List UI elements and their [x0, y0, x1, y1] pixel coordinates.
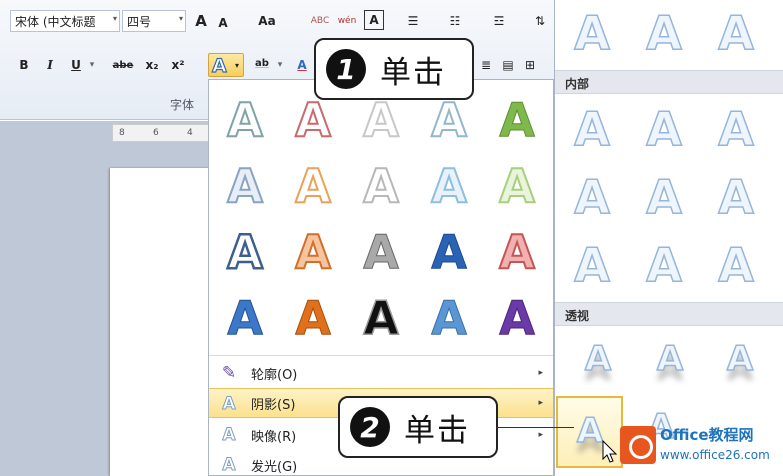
ruler-tick: 8: [119, 128, 125, 138]
ruler-tick: 4: [187, 128, 193, 138]
subscript-button[interactable]: x₂: [142, 54, 162, 76]
gallery-style[interactable]: A: [285, 222, 341, 282]
shadow-style[interactable]: A: [641, 328, 699, 390]
gallery-style[interactable]: A: [353, 222, 409, 282]
sort-icon[interactable]: ⇅: [530, 10, 550, 32]
chevron-down-icon[interactable]: ▾: [179, 14, 183, 23]
bullets-icon[interactable]: ☰: [398, 10, 428, 32]
shadow-style[interactable]: A: [707, 234, 765, 296]
shadow-style[interactable]: A: [635, 2, 693, 64]
menu-item-label: 发光(G): [251, 459, 298, 475]
cursor-icon: [602, 440, 618, 463]
chevron-down-icon[interactable]: ▾: [86, 54, 98, 76]
font-size-value: 四号: [127, 14, 152, 29]
chevron-down-icon[interactable]: ▾: [235, 61, 239, 70]
strikethrough-button[interactable]: abe: [110, 54, 136, 76]
phonetic-guide-button[interactable]: wén: [336, 10, 358, 32]
shadow-a-icon: A: [222, 394, 236, 415]
menu-item-label: 阴影(S): [251, 397, 296, 413]
menu-item-outline[interactable]: ✎ 轮廓(O) ▸: [209, 358, 553, 388]
callout-text: 单击: [404, 412, 470, 449]
shadow-style[interactable]: A: [563, 2, 621, 64]
gallery-style[interactable]: A: [217, 222, 273, 282]
gallery-style[interactable]: A: [489, 156, 545, 216]
shadow-style[interactable]: A: [635, 166, 693, 228]
document-page[interactable]: [110, 168, 210, 476]
clear-format-button[interactable]: ABC: [308, 10, 332, 32]
gallery-style[interactable]: A: [421, 288, 477, 348]
gallery-style[interactable]: A: [353, 288, 409, 348]
menu-divider: [209, 355, 553, 356]
glow-a-icon: A: [222, 455, 236, 476]
office-logo: [620, 426, 656, 464]
reflection-a-icon: A: [222, 425, 236, 446]
shadow-style[interactable]: A: [563, 98, 621, 160]
highlight-color-button[interactable]: ab: [250, 52, 274, 74]
font-color-button[interactable]: A: [292, 54, 312, 76]
shadow-style[interactable]: A: [707, 98, 765, 160]
shadow-style[interactable]: A: [569, 328, 627, 390]
chevron-down-icon[interactable]: ▾: [274, 54, 286, 76]
gallery-style[interactable]: A: [489, 288, 545, 348]
ruler: 8 6 4: [112, 124, 212, 142]
gallery-style[interactable]: A: [217, 90, 273, 150]
shadow-style[interactable]: A: [563, 166, 621, 228]
text-effect-button[interactable]: A ▾: [208, 53, 244, 78]
step-number: 2: [350, 407, 390, 447]
pencil-icon: ✎: [221, 363, 237, 383]
gallery-style[interactable]: A: [217, 156, 273, 216]
shadow-style[interactable]: A: [635, 98, 693, 160]
character-border-button[interactable]: A: [364, 10, 384, 30]
gallery-style[interactable]: A: [217, 288, 273, 348]
gallery-style[interactable]: A: [489, 222, 545, 282]
callout-step-2: 2 单击: [338, 396, 498, 458]
distributed-icon[interactable]: ▤: [498, 54, 518, 76]
menu-item-label: 轮廓(O): [251, 367, 298, 383]
bold-button[interactable]: B: [14, 54, 34, 76]
gallery-style[interactable]: A: [489, 90, 545, 150]
gallery-style[interactable]: A: [285, 156, 341, 216]
shadow-style[interactable]: A: [635, 234, 693, 296]
numbering-icon[interactable]: ☷: [440, 10, 470, 32]
font-group-label: 字体: [170, 98, 195, 112]
callout-text: 单击: [380, 54, 446, 91]
gallery-style[interactable]: A: [285, 288, 341, 348]
step-number: 1: [326, 49, 366, 89]
gallery-style[interactable]: A: [353, 156, 409, 216]
shadow-style[interactable]: A: [563, 234, 621, 296]
change-case-button[interactable]: Aa: [254, 10, 280, 32]
italic-button[interactable]: I: [40, 54, 60, 76]
line-spacing-icon[interactable]: ⊞: [520, 54, 540, 76]
menu-item-label: 映像(R): [251, 429, 297, 445]
submenu-arrow-icon: ▸: [538, 368, 543, 378]
shadow-style[interactable]: A: [707, 166, 765, 228]
watermark: Office教程网 www.office26.com: [620, 424, 780, 472]
section-header-perspective: 透视: [555, 302, 783, 326]
section-header-inner: 内部: [555, 70, 783, 94]
submenu-arrow-icon: ▸: [538, 398, 543, 408]
justify-icon[interactable]: ≣: [476, 54, 496, 76]
callout-leader-line: [496, 427, 574, 428]
ruler-tick: 6: [153, 128, 159, 138]
superscript-button[interactable]: x²: [168, 54, 188, 76]
text-effect-icon: A: [211, 54, 227, 77]
font-size-box[interactable]: 四号 ▾: [122, 10, 186, 32]
multilevel-list-icon[interactable]: ☲: [484, 10, 514, 32]
chevron-down-icon[interactable]: ▾: [113, 14, 117, 23]
shadow-style[interactable]: A: [711, 328, 769, 390]
font-name-box[interactable]: 宋体 (中文标题 ▾: [10, 10, 120, 32]
watermark-url: www.office26.com: [660, 448, 770, 462]
gallery-style[interactable]: A: [421, 156, 477, 216]
font-name-value: 宋体 (中文标题: [15, 14, 96, 29]
gallery-style[interactable]: A: [421, 222, 477, 282]
callout-step-1: 1 单击: [314, 38, 474, 100]
submenu-arrow-icon: ▸: [538, 430, 543, 440]
underline-button[interactable]: U: [66, 54, 86, 76]
watermark-title: Office教程网: [660, 426, 754, 444]
shadow-style[interactable]: A: [707, 2, 765, 64]
grow-font-button[interactable]: A: [192, 10, 210, 32]
shrink-font-button[interactable]: A: [214, 12, 232, 34]
